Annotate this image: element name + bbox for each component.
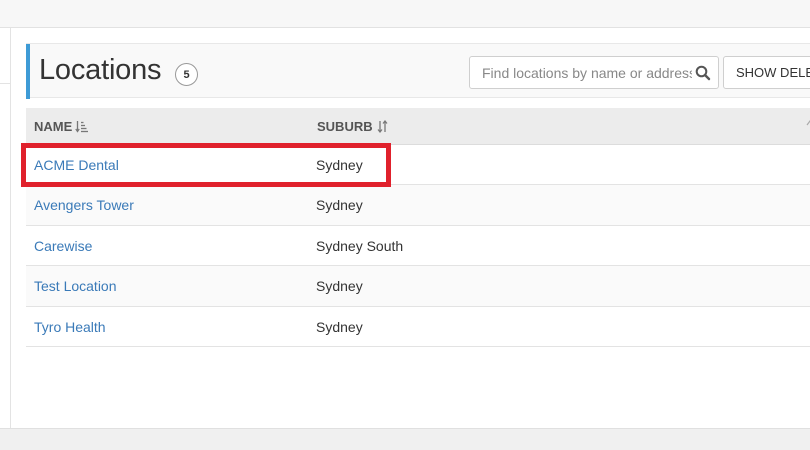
main-panel: Locations 5 SHOW DELETED NAME xyxy=(11,28,810,428)
column-header-suburb[interactable]: SUBURB xyxy=(317,119,390,134)
search-box[interactable] xyxy=(469,56,719,89)
table-row[interactable]: Avengers Tower Sydney xyxy=(26,185,810,226)
table-header: NAME SUBURB xyxy=(26,108,810,145)
divider xyxy=(0,83,11,84)
table-row[interactable]: Carewise Sydney South xyxy=(26,226,810,267)
locations-table: NAME SUBURB ACME Dental Sydney Avengers … xyxy=(26,108,810,347)
column-header-overflow xyxy=(806,119,810,127)
location-suburb: Sydney South xyxy=(316,237,404,254)
column-header-label: NAME xyxy=(34,119,73,134)
left-panel-edge xyxy=(0,28,11,428)
sort-ascending-icon xyxy=(75,121,89,133)
column-header-label: SUBURB xyxy=(317,119,373,134)
location-name-link[interactable]: Test Location xyxy=(34,278,117,294)
location-suburb: Sydney xyxy=(316,157,363,173)
location-suburb: Sydney xyxy=(316,278,363,295)
location-name-link[interactable]: ACME Dental xyxy=(34,157,119,173)
location-name-link[interactable]: Tyro Health xyxy=(34,319,106,335)
table-row[interactable]: ACME Dental Sydney xyxy=(26,145,810,186)
header-accent-bar xyxy=(26,44,30,99)
location-name-link[interactable]: Avengers Tower xyxy=(34,197,134,213)
location-suburb: Sydney xyxy=(316,197,363,214)
table-body: ACME Dental Sydney Avengers Tower Sydney… xyxy=(26,145,810,347)
column-header-name[interactable]: NAME xyxy=(34,119,89,134)
sort-both-icon xyxy=(377,120,388,133)
top-bar xyxy=(0,0,810,28)
location-count-badge: 5 xyxy=(175,63,198,86)
show-deleted-button[interactable]: SHOW DELETED xyxy=(723,56,810,89)
bottom-bar xyxy=(0,428,810,450)
table-row[interactable]: Test Location Sydney xyxy=(26,266,810,307)
location-name-link[interactable]: Carewise xyxy=(34,238,92,254)
search-icon[interactable] xyxy=(694,64,712,82)
page-header: Locations 5 SHOW DELETED xyxy=(26,43,810,99)
search-input[interactable] xyxy=(470,57,692,88)
location-suburb: Sydney xyxy=(316,318,363,335)
page-title: Locations xyxy=(39,54,162,86)
table-row[interactable]: Tyro Health Sydney xyxy=(26,307,810,347)
